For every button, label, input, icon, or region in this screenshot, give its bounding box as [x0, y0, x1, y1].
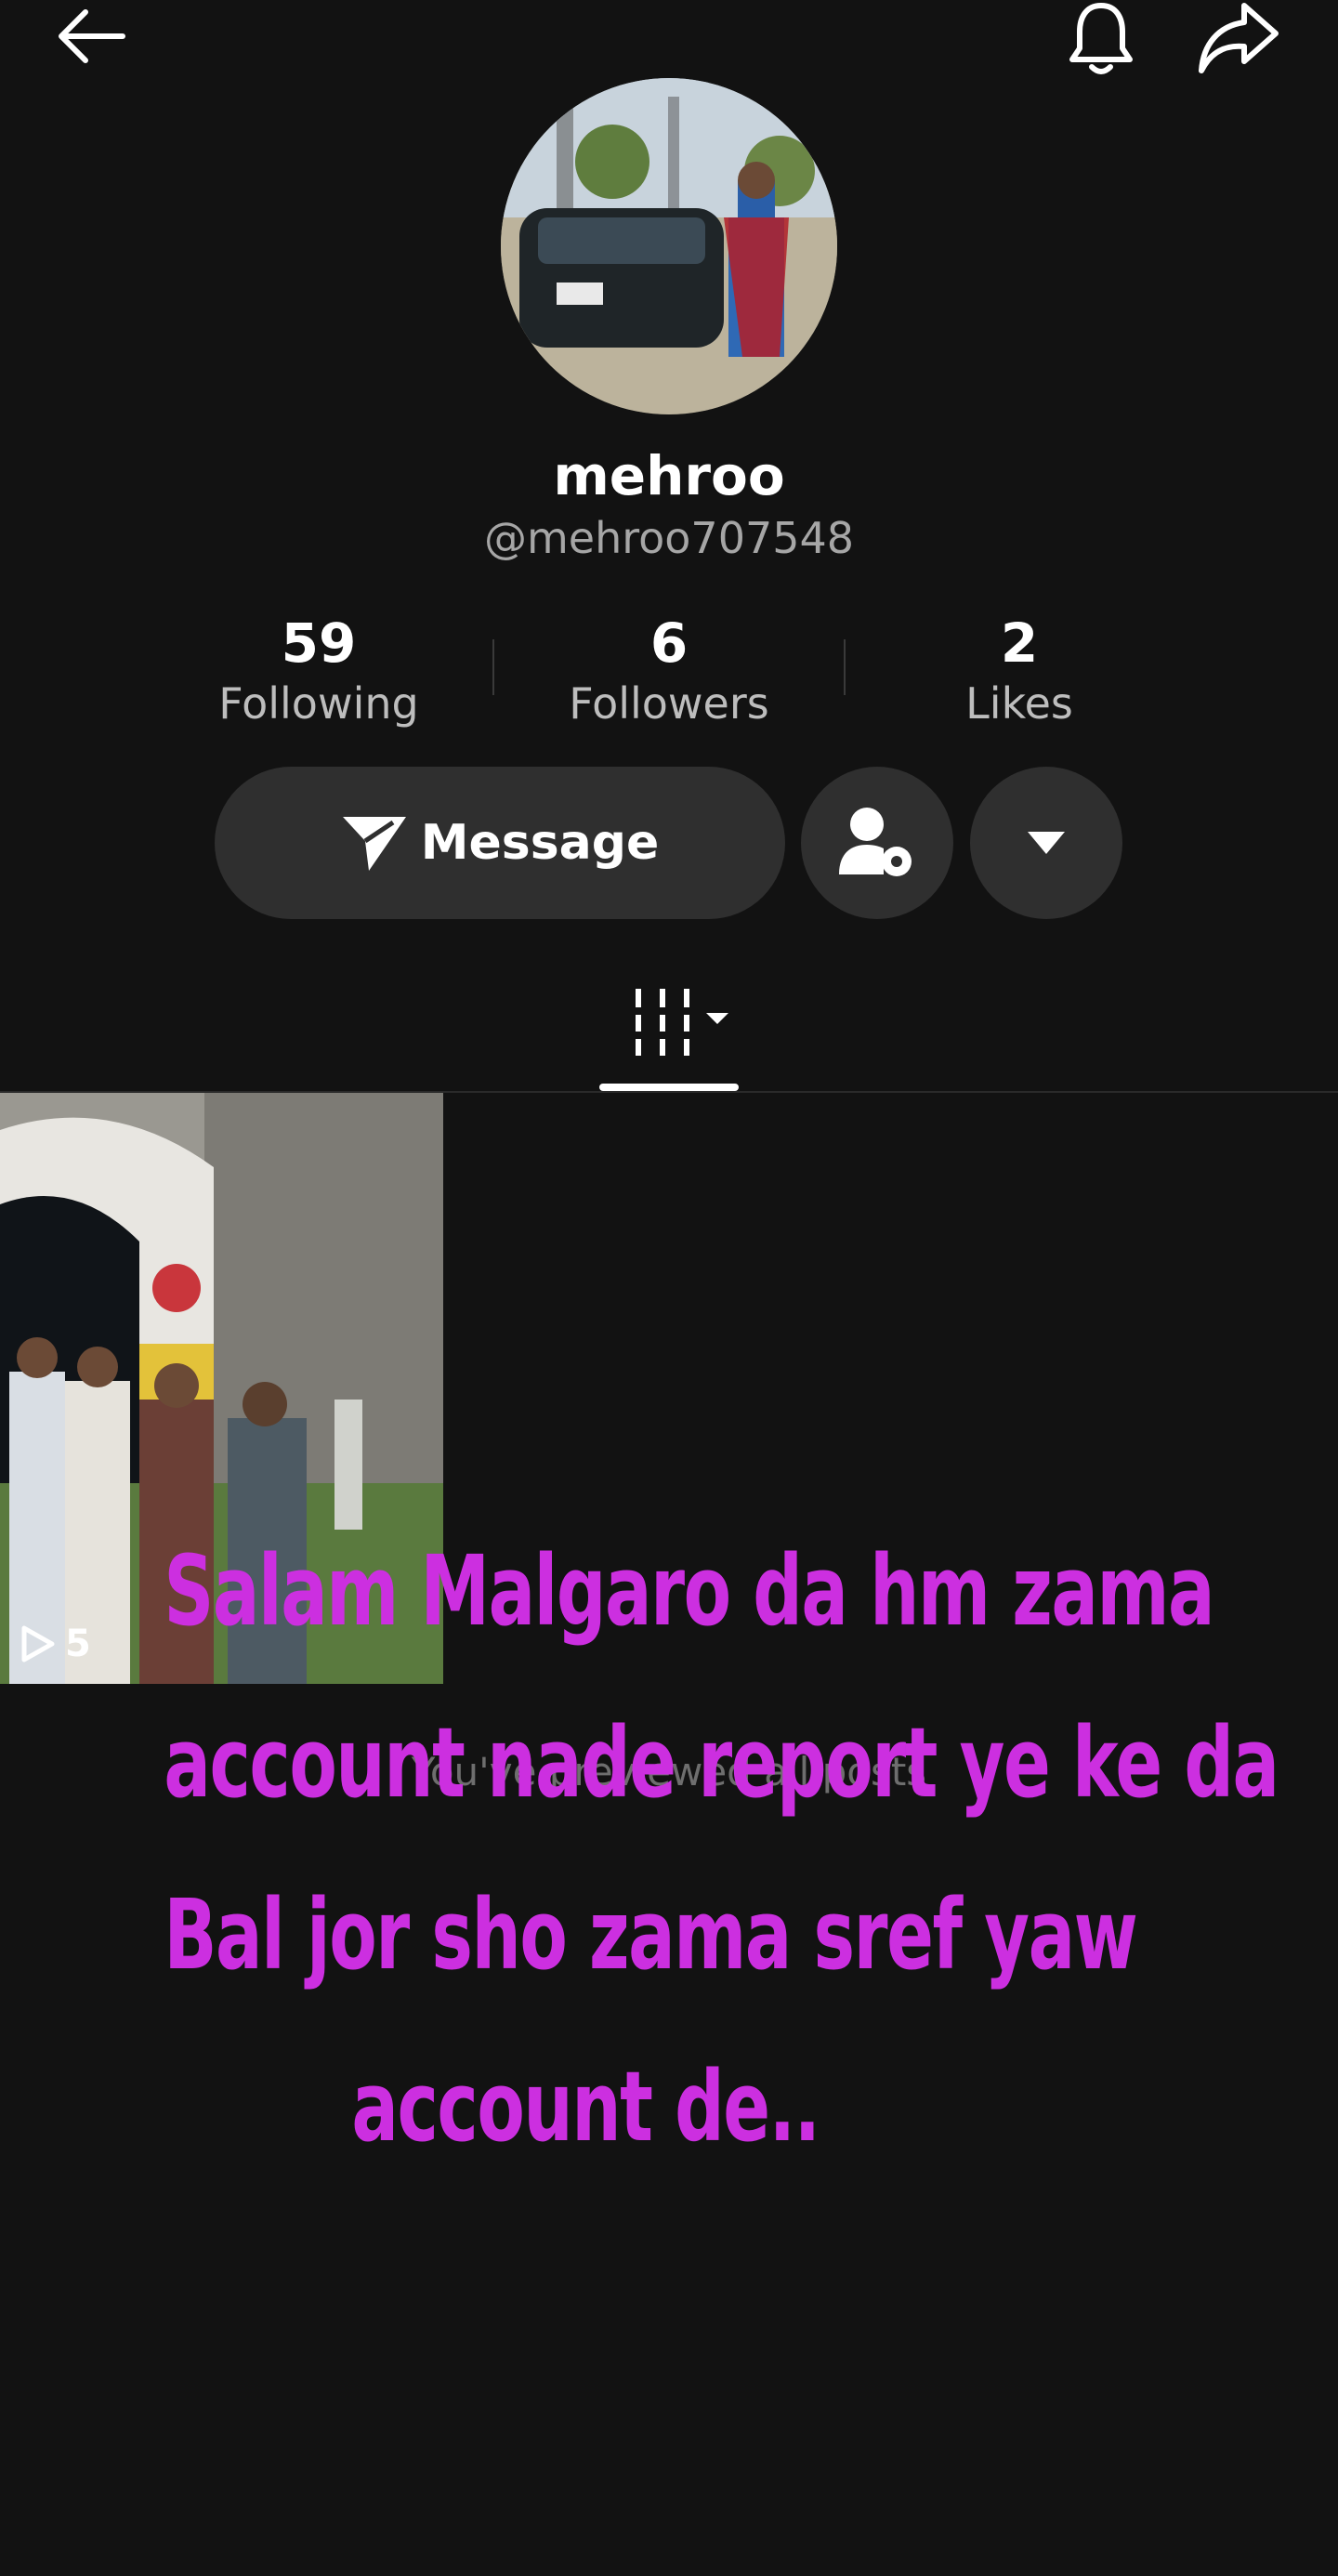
- share-icon: [1199, 3, 1279, 73]
- stat-followers-label: Followers: [569, 678, 769, 729]
- play-icon: [21, 1625, 55, 1663]
- back-button[interactable]: [46, 0, 136, 71]
- overlay-caption-line: Bal jor sho zama sref yaw: [164, 1878, 1137, 1991]
- stat-following-value: 59: [281, 611, 357, 675]
- bell-icon: [1069, 3, 1133, 74]
- back-arrow-icon: [59, 9, 125, 63]
- user-settings-icon: [839, 808, 912, 876]
- stat-likes-value: 2: [1000, 611, 1039, 675]
- video-play-count: 5: [20, 1623, 91, 1665]
- tab-videos[interactable]: [632, 985, 734, 1059]
- avatar[interactable]: [501, 78, 837, 414]
- username-handle: @mehroo707548: [483, 513, 855, 563]
- stat-likes[interactable]: 2 Likes: [880, 609, 1159, 729]
- stat-following-label: Following: [218, 678, 419, 729]
- overlay-caption-line: account de..: [351, 2050, 820, 2163]
- stat-divider: [492, 639, 494, 695]
- grid-icon: [636, 989, 728, 1056]
- tab-active-indicator: [599, 1084, 739, 1091]
- video-play-count-value: 5: [65, 1623, 91, 1665]
- stat-divider: [844, 639, 846, 695]
- message-button[interactable]: Message: [215, 767, 785, 919]
- overlay-caption-line: account nade report ye ke da: [164, 1706, 1279, 1820]
- message-button-label: Message: [420, 815, 660, 871]
- send-icon: [342, 817, 406, 871]
- share-button[interactable]: [1195, 0, 1282, 78]
- overlay-caption: Salam Malgaro da hm zama account nade re…: [164, 1505, 1279, 2193]
- user-settings-button[interactable]: [801, 767, 953, 919]
- avatar-photo: [501, 78, 837, 414]
- stat-likes-label: Likes: [965, 678, 1073, 729]
- stat-followers-value: 6: [649, 611, 689, 675]
- stat-followers[interactable]: 6 Followers: [530, 609, 808, 729]
- stat-following[interactable]: 59 Following: [179, 609, 458, 729]
- overlay-caption-line: Salam Malgaro da hm zama: [164, 1534, 1214, 1648]
- notifications-button[interactable]: [1059, 0, 1143, 78]
- display-name: mehroo: [553, 444, 785, 507]
- more-options-button[interactable]: [970, 767, 1122, 919]
- caret-down-icon: [1028, 832, 1065, 854]
